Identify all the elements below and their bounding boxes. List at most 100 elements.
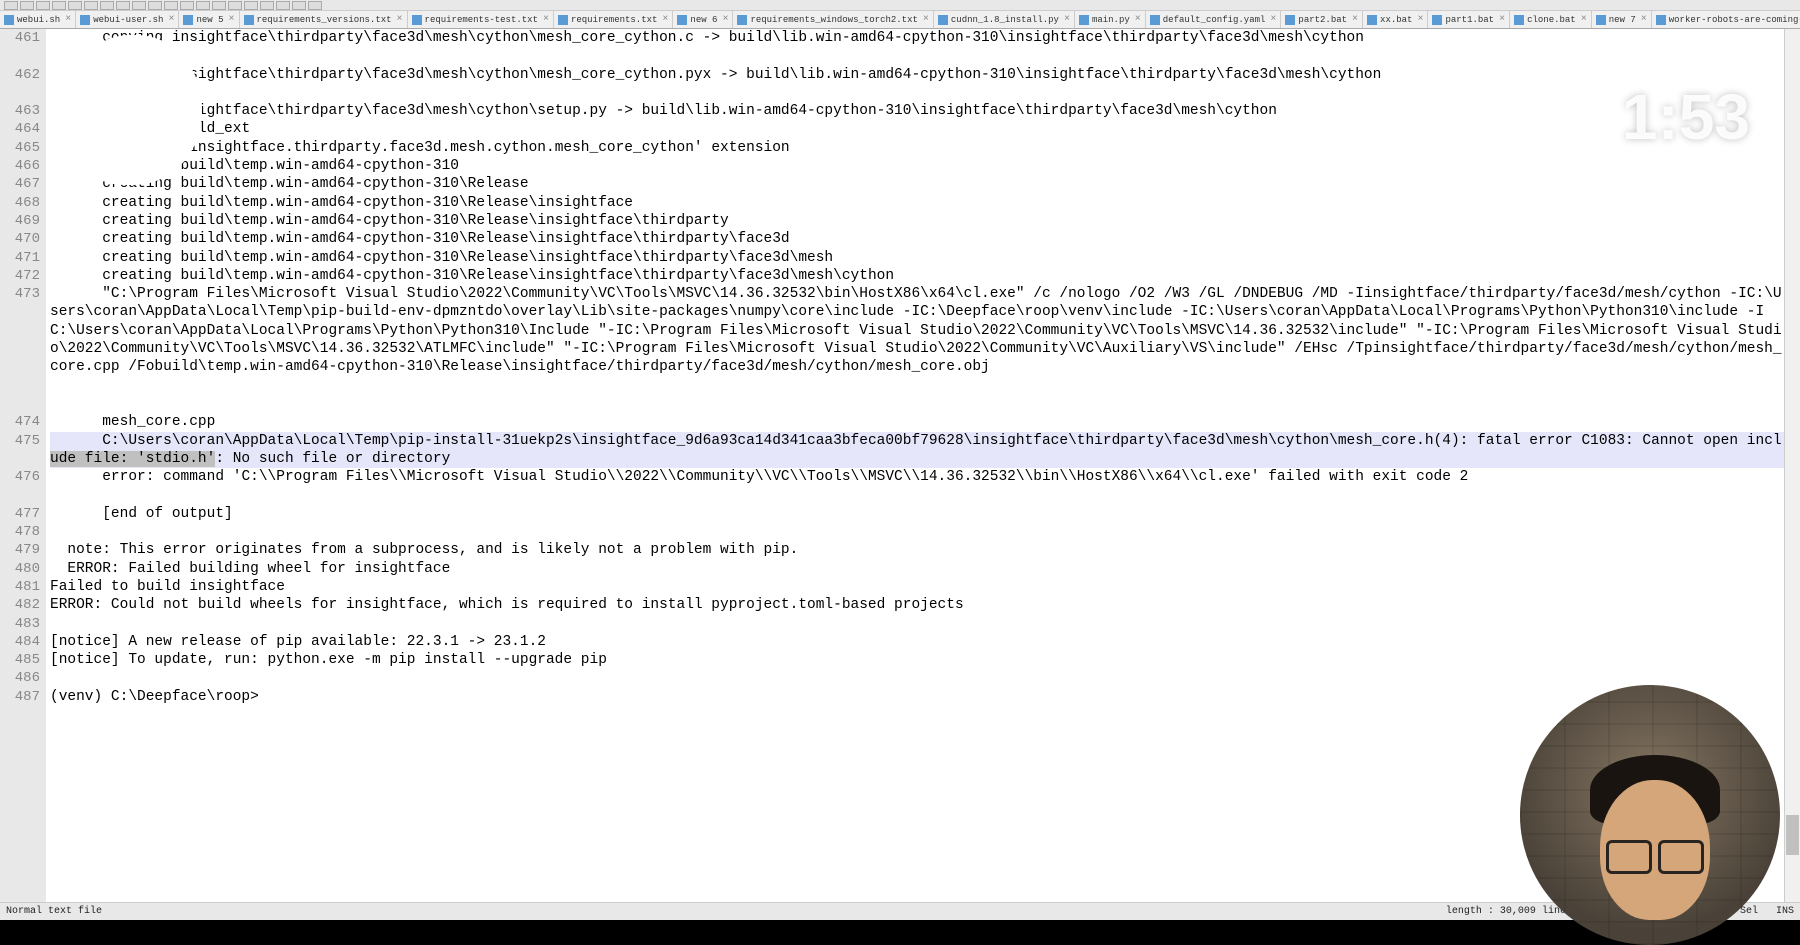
line-number: 469 <box>0 212 40 230</box>
file-icon <box>677 15 687 25</box>
toolbar-button[interactable] <box>68 1 82 10</box>
file-tab[interactable]: main.py× <box>1075 11 1146 28</box>
code-line: building 'insightface.thirdparty.face3d.… <box>50 139 1784 157</box>
code-line: note: This error originates from a subpr… <box>50 541 1784 559</box>
code-line: ERROR: Could not build wheels for insigh… <box>50 596 1784 614</box>
toolbar-button[interactable] <box>180 1 194 10</box>
close-icon[interactable]: × <box>65 14 71 25</box>
timer-text: 1:53 <box>1622 80 1750 154</box>
toolbar-button[interactable] <box>196 1 210 10</box>
file-tab[interactable]: new 6× <box>673 11 733 28</box>
tab-label: requirements.txt <box>571 15 657 25</box>
toolbar-button[interactable] <box>228 1 242 10</box>
file-icon <box>1079 15 1089 25</box>
tab-label: new 5 <box>196 15 223 25</box>
tab-label: clone.bat <box>1527 15 1576 25</box>
file-icon <box>1514 15 1524 25</box>
scrollbar-thumb[interactable] <box>1786 815 1799 855</box>
code-line: [notice] To update, run: python.exe -m p… <box>50 651 1784 669</box>
overlay-timer: 1:53 <box>1564 80 1750 154</box>
tab-label: default_config.yaml <box>1163 15 1266 25</box>
close-icon[interactable]: × <box>543 14 549 25</box>
close-icon[interactable]: × <box>1641 14 1647 25</box>
file-tab[interactable]: requirements-test.txt × <box>408 11 554 28</box>
code-line: creating build\temp.win-amd64-cpython-31… <box>50 157 1784 175</box>
file-tab[interactable]: webui-user.sh × <box>76 11 179 28</box>
file-tab[interactable]: new 5 × <box>179 11 239 28</box>
tab-label: cudnn_1.8_install.py <box>951 15 1059 25</box>
tab-label: requirements-test.txt <box>425 15 538 25</box>
code-line: [end of output] <box>50 505 1784 523</box>
file-tab[interactable]: requirements.txt × <box>554 11 673 28</box>
close-icon[interactable]: × <box>1270 14 1276 25</box>
code-line <box>50 523 1784 541</box>
file-tab[interactable]: webui.sh × <box>0 11 76 28</box>
file-icon <box>412 15 422 25</box>
close-icon[interactable]: × <box>1064 14 1070 25</box>
file-tab[interactable]: xx.bat × <box>1363 11 1428 28</box>
line-number: 483 <box>0 615 40 633</box>
toolbar-button[interactable] <box>20 1 34 10</box>
close-icon[interactable]: × <box>1499 14 1505 25</box>
tab-bar: webui.sh×webui-user.sh×new 5×requirement… <box>0 11 1800 29</box>
toolbar-button[interactable] <box>100 1 114 10</box>
line-number: 478 <box>0 523 40 541</box>
close-icon[interactable]: × <box>1417 14 1423 25</box>
close-icon[interactable]: × <box>1135 14 1141 25</box>
file-icon <box>80 15 90 25</box>
file-tab[interactable]: part2.bat× <box>1281 11 1363 28</box>
code-line: copying insightface\thirdparty\face3d\me… <box>50 29 1784 66</box>
tab-label: new 7 <box>1609 15 1636 25</box>
close-icon[interactable]: × <box>228 14 234 25</box>
toolbar-button[interactable] <box>84 1 98 10</box>
code-line: creating build\temp.win-amd64-cpython-31… <box>50 249 1784 267</box>
close-icon[interactable]: × <box>923 14 929 25</box>
tab-label: requirements_versions.txt <box>257 15 392 25</box>
toolbar-button[interactable] <box>260 1 274 10</box>
close-icon[interactable]: × <box>1352 14 1358 25</box>
line-number: 464 <box>0 120 40 138</box>
close-icon[interactable]: × <box>168 14 174 25</box>
file-icon <box>1285 15 1295 25</box>
file-tab[interactable]: worker-robots-are-coming-to-houses.txt× <box>1652 11 1800 28</box>
file-icon <box>558 15 568 25</box>
vertical-scrollbar[interactable] <box>1784 29 1800 902</box>
file-icon <box>737 15 747 25</box>
close-icon[interactable]: × <box>662 14 668 25</box>
code-line: C:\Users\coran\AppData\Local\Temp\pip-in… <box>50 432 1784 469</box>
toolbar-button[interactable] <box>164 1 178 10</box>
file-tab[interactable]: requirements_versions.txt × <box>240 11 408 28</box>
toolbar-button[interactable] <box>244 1 258 10</box>
tab-label: xx.bat <box>1380 15 1412 25</box>
file-tab[interactable]: requirements_windows_torch2.txt× <box>733 11 933 28</box>
file-tab[interactable]: cudnn_1.8_install.py × <box>934 11 1075 28</box>
line-number: 484 <box>0 633 40 651</box>
toolbar-button[interactable] <box>212 1 226 10</box>
toolbar-button[interactable] <box>36 1 50 10</box>
line-number: 487 <box>0 688 40 706</box>
toolbar-button[interactable] <box>4 1 18 10</box>
line-number: 470 <box>0 230 40 248</box>
toolbar-button[interactable] <box>148 1 162 10</box>
toolbar-button[interactable] <box>116 1 130 10</box>
file-tab[interactable]: clone.bat × <box>1510 11 1592 28</box>
file-tab[interactable]: part1.bat× <box>1428 11 1510 28</box>
toolbar-button[interactable] <box>52 1 66 10</box>
file-tab[interactable]: default_config.yaml × <box>1146 11 1282 28</box>
toolbar-button[interactable] <box>276 1 290 10</box>
toolbar-button[interactable] <box>292 1 306 10</box>
code-line: [notice] A new release of pip available:… <box>50 633 1784 651</box>
tab-label: webui.sh <box>17 15 60 25</box>
toolbar-button[interactable] <box>132 1 146 10</box>
code-line: mesh_core.cpp <box>50 413 1784 431</box>
line-number: 472 <box>0 267 40 285</box>
line-number-gutter: 4614624634644654664674684694704714724734… <box>0 29 46 902</box>
close-icon[interactable]: × <box>722 14 728 25</box>
toolbar-button[interactable] <box>308 1 322 10</box>
file-tab[interactable]: new 7 × <box>1592 11 1652 28</box>
code-line: creating build\temp.win-amd64-cpython-31… <box>50 230 1784 248</box>
close-icon[interactable]: × <box>397 14 403 25</box>
close-icon[interactable]: × <box>1581 14 1587 25</box>
tab-label: webui-user.sh <box>93 15 163 25</box>
line-number: 485 <box>0 651 40 669</box>
